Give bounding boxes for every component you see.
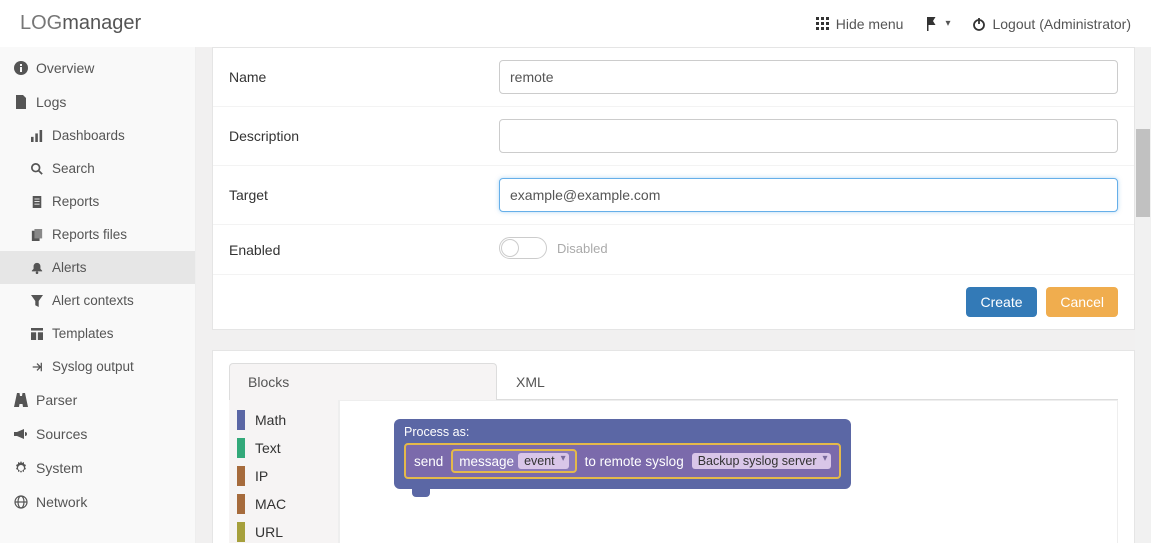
brand: LOGmanager bbox=[20, 12, 141, 35]
sidebar: Overview Logs Dashboards Search Reports … bbox=[0, 47, 196, 543]
scrollbar[interactable] bbox=[1135, 47, 1151, 543]
sidebar-item-label: System bbox=[36, 460, 83, 476]
category-label: IP bbox=[255, 468, 268, 484]
block-category-mac[interactable]: MAC bbox=[229, 490, 338, 518]
block-category-math[interactable]: Math bbox=[229, 406, 338, 434]
sidebar-item-alert-contexts[interactable]: Alert contexts bbox=[0, 284, 195, 317]
sidebar-item-label: Search bbox=[52, 161, 95, 176]
sidebar-item-label: Syslog output bbox=[52, 359, 134, 374]
message-slot[interactable]: message event bbox=[451, 449, 576, 473]
sidebar-item-reports[interactable]: Reports bbox=[0, 185, 195, 218]
block-category-text[interactable]: Text bbox=[229, 434, 338, 462]
tab-blocks[interactable]: Blocks bbox=[229, 363, 497, 400]
bullhorn-icon bbox=[14, 427, 28, 441]
bell-icon bbox=[30, 261, 44, 275]
gear-icon bbox=[14, 461, 28, 475]
create-button[interactable]: Create bbox=[966, 287, 1036, 317]
category-color-bar bbox=[237, 438, 245, 458]
sidebar-item-syslog-output[interactable]: Syslog output bbox=[0, 350, 195, 383]
blocks-panel: Blocks XML MathTextIPMACURLListsDictiona… bbox=[212, 350, 1135, 543]
sidebar-item-label: Sources bbox=[36, 426, 87, 442]
sidebar-item-label: Reports bbox=[52, 194, 99, 209]
sidebar-item-label: Alerts bbox=[52, 260, 87, 275]
name-input[interactable] bbox=[499, 60, 1118, 94]
toggle-knob bbox=[501, 239, 519, 257]
chart-icon bbox=[30, 129, 44, 143]
logout-label: Logout (Administrator) bbox=[992, 16, 1131, 32]
form-panel: Name Description Target Enabled bbox=[212, 47, 1135, 330]
document-icon bbox=[30, 195, 44, 209]
sidebar-item-network[interactable]: Network bbox=[0, 485, 195, 519]
globe-icon bbox=[14, 495, 28, 509]
search-icon bbox=[30, 162, 44, 176]
sidebar-item-label: Alert contexts bbox=[52, 293, 134, 308]
target-label: Target bbox=[229, 187, 499, 203]
filter-icon bbox=[30, 294, 44, 308]
description-label: Description bbox=[229, 128, 499, 144]
block-category-ip[interactable]: IP bbox=[229, 462, 338, 490]
sidebar-item-parser[interactable]: Parser bbox=[0, 383, 195, 417]
hide-menu-button[interactable]: Hide menu bbox=[816, 16, 904, 32]
category-color-bar bbox=[237, 494, 245, 514]
sidebar-item-label: Logs bbox=[36, 94, 66, 110]
sidebar-item-label: Network bbox=[36, 494, 87, 510]
grid-icon bbox=[816, 17, 830, 31]
category-color-bar bbox=[237, 522, 245, 542]
template-icon bbox=[30, 327, 44, 341]
sidebar-item-label: Reports files bbox=[52, 227, 127, 242]
sidebar-item-dashboards[interactable]: Dashboards bbox=[0, 119, 195, 152]
name-label: Name bbox=[229, 69, 499, 85]
category-label: MAC bbox=[255, 496, 286, 512]
server-select[interactable]: Backup syslog server bbox=[692, 453, 831, 469]
sidebar-item-overview[interactable]: Overview bbox=[0, 51, 195, 85]
info-icon bbox=[14, 61, 28, 75]
sidebar-item-alerts[interactable]: Alerts bbox=[0, 251, 195, 284]
block-to-remote-label: to remote syslog bbox=[585, 454, 684, 469]
files-icon bbox=[30, 228, 44, 242]
category-label: Text bbox=[255, 440, 281, 456]
block-categories: MathTextIPMACURLListsDictionariesContext bbox=[229, 400, 339, 543]
sidebar-item-label: Parser bbox=[36, 392, 77, 408]
file-icon bbox=[14, 95, 28, 109]
flag-icon bbox=[925, 17, 939, 31]
sidebar-item-logs[interactable]: Logs bbox=[0, 85, 195, 119]
block-send-label: send bbox=[414, 454, 443, 469]
category-label: URL bbox=[255, 524, 283, 540]
blockly-workspace[interactable]: Process as: send message event to remote… bbox=[339, 400, 1118, 543]
category-color-bar bbox=[237, 466, 245, 486]
send-syslog-block[interactable]: send message event to remote syslog Back… bbox=[404, 443, 841, 479]
sidebar-item-system[interactable]: System bbox=[0, 451, 195, 485]
tab-xml[interactable]: XML bbox=[497, 363, 765, 400]
block-category-url[interactable]: URL bbox=[229, 518, 338, 543]
road-icon bbox=[14, 393, 28, 407]
target-input[interactable] bbox=[499, 178, 1118, 212]
sidebar-item-label: Dashboards bbox=[52, 128, 125, 143]
sidebar-item-search[interactable]: Search bbox=[0, 152, 195, 185]
enabled-label: Enabled bbox=[229, 242, 499, 258]
sidebar-item-sources[interactable]: Sources bbox=[0, 417, 195, 451]
main-content: Name Description Target Enabled bbox=[196, 47, 1135, 543]
hide-menu-label: Hide menu bbox=[836, 16, 904, 32]
description-input[interactable] bbox=[499, 119, 1118, 153]
block-message-label: message bbox=[459, 454, 514, 469]
toggle-state-label: Disabled bbox=[557, 241, 608, 256]
category-label: Math bbox=[255, 412, 286, 428]
category-color-bar bbox=[237, 410, 245, 430]
block-title: Process as: bbox=[404, 425, 841, 439]
event-select[interactable]: event bbox=[518, 453, 569, 469]
process-as-block[interactable]: Process as: send message event to remote… bbox=[394, 419, 851, 489]
sidebar-item-label: Overview bbox=[36, 60, 94, 76]
sidebar-item-label: Templates bbox=[52, 326, 114, 341]
output-icon bbox=[30, 360, 44, 374]
enabled-toggle[interactable] bbox=[499, 237, 547, 259]
flag-dropdown[interactable]: ▾ bbox=[925, 17, 950, 31]
sidebar-item-templates[interactable]: Templates bbox=[0, 317, 195, 350]
cancel-button[interactable]: Cancel bbox=[1046, 287, 1118, 317]
scrollbar-thumb[interactable] bbox=[1136, 129, 1150, 217]
logout-button[interactable]: Logout (Administrator) bbox=[972, 16, 1131, 32]
sidebar-item-reports-files[interactable]: Reports files bbox=[0, 218, 195, 251]
power-icon bbox=[972, 17, 986, 31]
caret-down-icon: ▾ bbox=[945, 18, 950, 29]
